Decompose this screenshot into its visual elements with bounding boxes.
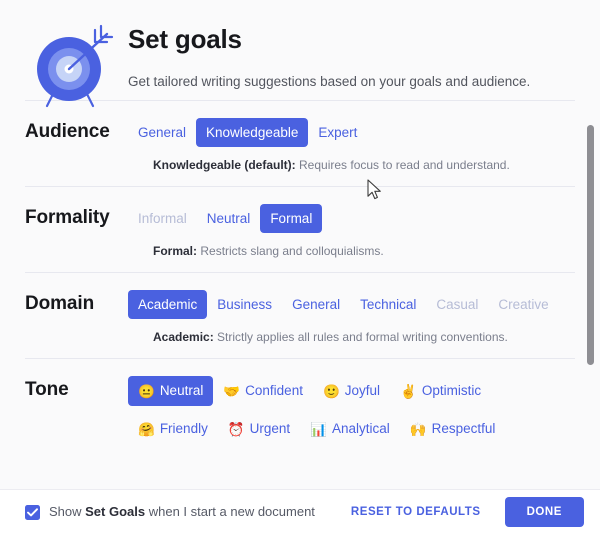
option-academic[interactable]: Academic: [128, 290, 208, 319]
option-urgent[interactable]: ⏰ Urgent: [218, 414, 300, 444]
option-group: Informal Neutral Formal: [128, 203, 323, 233]
section-domain: Domain Academic Business General Technical Ca…: [0, 273, 600, 358]
option-joyful[interactable]: 🙂 Joyful: [313, 376, 390, 406]
option-knowledgeable[interactable]: Knowledgeable: [196, 118, 309, 147]
section-label: Audience: [25, 121, 110, 142]
victory-hand-icon: ✌️: [400, 384, 417, 399]
option-label: Joyful: [344, 383, 381, 398]
option-casual: Casual: [426, 290, 488, 319]
option-label: Casual: [436, 297, 479, 312]
settings-scroll-area[interactable]: Set goals Get tailored writing suggestio…: [0, 0, 600, 489]
option-description: Formal: Restricts slang and colloquialis…: [153, 243, 575, 259]
section-main-row: Domain Academic Business General Technical Ca…: [25, 289, 575, 319]
option-label: Analytical: [331, 421, 390, 436]
label-bold: Set Goals: [85, 504, 146, 519]
scrollbar-track[interactable]: [585, 0, 597, 489]
option-label: Informal: [138, 211, 187, 226]
option-general[interactable]: General: [282, 290, 350, 319]
show-set-goals-label: Show Set Goals when I start a new docume…: [49, 504, 315, 520]
option-label: Neutral: [159, 383, 204, 398]
option-optimistic[interactable]: ✌️ Optimistic: [390, 376, 491, 406]
section-formality: Formality Informal Neutral Formal Formal: Re…: [0, 187, 600, 272]
option-creative: Creative: [488, 290, 558, 319]
option-label: Friendly: [159, 421, 208, 436]
option-label: Knowledgeable: [206, 125, 299, 140]
option-description-text: Requires focus to read and understand.: [295, 158, 510, 172]
page-title: Set goals: [128, 24, 242, 54]
alarm-clock-icon: ⏰: [227, 422, 245, 437]
done-button[interactable]: DONE: [504, 497, 584, 527]
option-label: Academic: [138, 297, 198, 312]
reset-to-defaults-button[interactable]: RESET TO DEFAULTS: [345, 498, 487, 526]
label-suffix: when I start a new document: [145, 504, 315, 519]
option-business[interactable]: Business: [207, 290, 282, 319]
option-description-text: Restricts slang and colloquialisms.: [197, 244, 384, 258]
option-label: General: [292, 297, 341, 312]
dialog-header: Set goals Get tailored writing suggestio…: [0, 0, 600, 108]
option-expert[interactable]: Expert: [308, 118, 367, 147]
option-general[interactable]: General: [128, 118, 196, 147]
show-set-goals-toggle[interactable]: Show Set Goals when I start a new docume…: [25, 504, 345, 520]
option-label: Confident: [245, 383, 303, 398]
option-formal[interactable]: Formal: [260, 204, 323, 233]
section-tone: Tone 😐 Neutral 🤝 Confident 🙂 Joyful ✌️ Optimisti…: [0, 359, 600, 465]
show-set-goals-checkbox[interactable]: [25, 504, 40, 520]
option-respectful[interactable]: 🙌 Respectful: [400, 414, 506, 444]
option-group: Academic Business General Technical Casual Cr…: [128, 289, 559, 319]
dialog-footer: Show Set Goals when I start a new docume…: [0, 489, 600, 534]
raising-hands-icon: 🙌: [409, 422, 427, 437]
option-description-text: Strictly applies all rules and formal wr…: [213, 330, 508, 344]
option-neutral[interactable]: 😐 Neutral: [128, 376, 214, 406]
option-label: Formal: [270, 211, 313, 226]
option-description-label: Formal:: [153, 244, 198, 258]
section-main-row: Formality Informal Neutral Formal: [25, 203, 575, 233]
option-group: 😐 Neutral 🤝 Confident 🙂 Joyful ✌️ Optimistic 🤗 Fr…: [128, 375, 548, 452]
option-label: Optimistic: [421, 383, 482, 398]
option-label: Urgent: [249, 421, 291, 436]
option-neutral[interactable]: Neutral: [197, 204, 261, 233]
set-goals-dialog: Set goals Get tailored writing suggestio…: [0, 0, 600, 534]
scrollbar-thumb[interactable]: [587, 125, 594, 365]
option-friendly[interactable]: 🤗 Friendly: [128, 414, 218, 444]
check-icon: [27, 507, 38, 517]
option-label: Neutral: [206, 211, 251, 226]
option-description: Knowledgeable (default): Requires focus …: [153, 157, 575, 173]
header-text-block: Set goals Get tailored writing suggestio…: [117, 18, 530, 91]
option-group: General Knowledgeable Expert: [128, 117, 367, 147]
option-analytical[interactable]: 📊 Analytical: [300, 414, 400, 444]
hugging-face-icon: 🤗: [138, 422, 155, 437]
section-main-row: Tone 😐 Neutral 🤝 Confident 🙂 Joyful ✌️ Optimisti…: [25, 375, 575, 452]
option-label: Respectful: [431, 421, 496, 436]
option-label: Business: [217, 297, 273, 312]
section-label: Formality: [25, 207, 110, 228]
smiling-face-icon: 🙂: [322, 384, 340, 399]
option-label: General: [138, 125, 187, 140]
option-label: Creative: [498, 297, 549, 312]
option-label: Technical: [360, 297, 417, 312]
option-informal: Informal: [128, 204, 197, 233]
bar-chart-icon: 📊: [310, 422, 327, 437]
option-label: Expert: [318, 125, 358, 140]
option-technical[interactable]: Technical: [350, 290, 426, 319]
handshake-icon: 🤝: [223, 384, 241, 399]
neutral-face-icon: 😐: [138, 384, 155, 399]
target-with-arrow-icon: [25, 18, 117, 114]
section-label: Tone: [25, 379, 69, 400]
option-description-label: Knowledgeable (default):: [153, 158, 296, 172]
option-description-label: Academic:: [153, 330, 214, 344]
label-prefix: Show: [49, 504, 86, 519]
settings-sections: Audience General Knowledgeable Expert Knowle…: [0, 100, 600, 465]
page-subtitle: Get tailored writing suggestions based o…: [128, 74, 531, 89]
option-confident[interactable]: 🤝 Confident: [213, 376, 313, 406]
section-label: Domain: [25, 293, 95, 314]
option-description: Academic: Strictly applies all rules and…: [153, 329, 575, 345]
section-main-row: Audience General Knowledgeable Expert: [25, 117, 575, 147]
